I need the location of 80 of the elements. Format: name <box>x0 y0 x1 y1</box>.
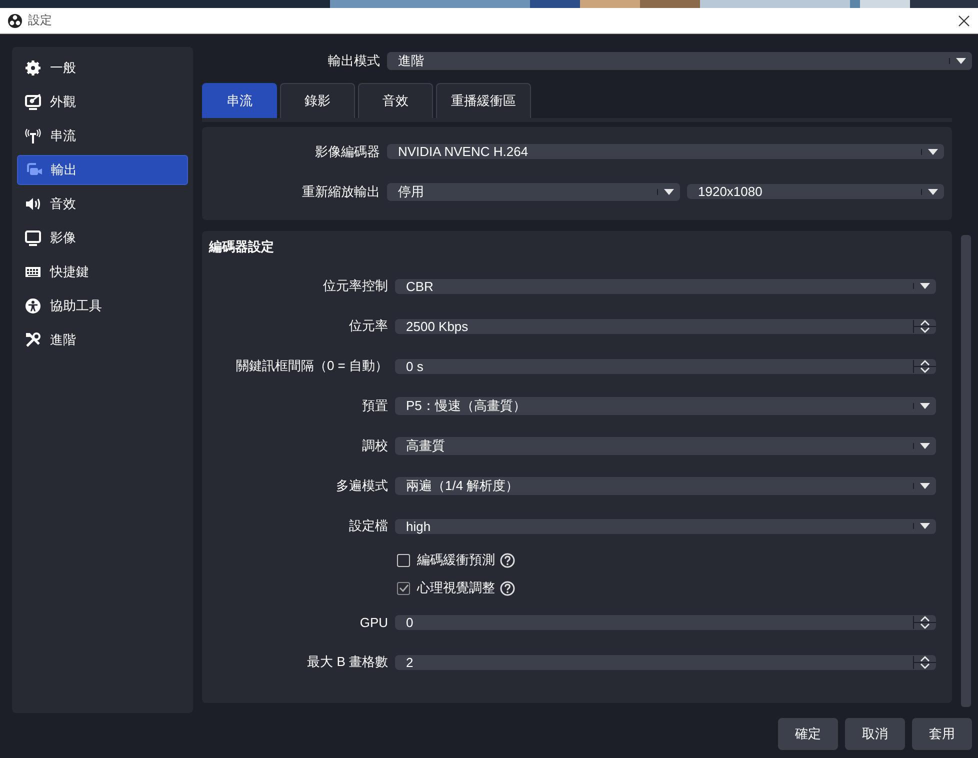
dropdown[interactable]: high <box>395 518 936 534</box>
field-label: 預置 <box>361 397 388 415</box>
caret-icon <box>920 403 930 409</box>
sidebar-item[interactable]: 一般 <box>17 53 188 83</box>
dropdown[interactable]: 兩遍（1/4 解析度） <box>395 477 936 495</box>
camera-icon <box>26 162 42 178</box>
sidebar-item[interactable]: 外觀 <box>17 87 188 117</box>
field-label: 位元率控制 <box>322 277 388 295</box>
caret-icon <box>920 443 930 449</box>
monitor-pen-icon <box>25 94 41 110</box>
field-label: 調校 <box>361 437 388 455</box>
field-label: GPU <box>358 614 388 630</box>
sidebar-item[interactable]: 快捷鍵 <box>17 257 188 287</box>
field-label: 設定檔 <box>348 517 388 535</box>
caret-icon <box>920 483 930 489</box>
checkbox[interactable] <box>397 554 410 566</box>
scrollbar[interactable] <box>960 234 972 708</box>
gear-icon <box>25 60 41 76</box>
logo-icon <box>8 14 22 28</box>
field-label: 重新縮放輸出 <box>301 182 380 200</box>
sidebar-item[interactable]: 協助工具 <box>17 291 188 321</box>
field-label: 位元率 <box>348 317 388 335</box>
person-icon <box>25 298 41 314</box>
chevron-up-icon <box>920 360 930 366</box>
dropdown[interactable]: NVIDIA NVENC H.264 <box>387 144 944 159</box>
tab[interactable]: 音效 <box>358 82 433 118</box>
dropdown[interactable]: 1920x1080 <box>687 184 944 199</box>
checkbox-label: 心理視覺調整 <box>417 579 495 597</box>
chevron-down-icon <box>920 366 930 372</box>
dropdown[interactable]: CBR <box>395 278 936 294</box>
sidebar-item[interactable]: 串流 <box>17 121 188 151</box>
spin-box[interactable]: 0 s <box>395 358 936 374</box>
keyboard-icon <box>25 264 41 280</box>
caret-icon <box>928 148 938 154</box>
dropdown[interactable]: 高畫質 <box>395 437 936 455</box>
antenna-icon <box>25 128 41 144</box>
help-icon <box>500 580 515 596</box>
close-button[interactable] <box>958 14 970 26</box>
dialog-button[interactable]: 套用 <box>912 718 972 750</box>
dialog-button[interactable]: 取消 <box>845 718 905 750</box>
chevron-up-icon <box>920 320 930 326</box>
sidebar-item[interactable]: 進階 <box>17 325 188 355</box>
chevron-down-icon <box>920 622 930 628</box>
tab[interactable]: 串流 <box>202 82 277 118</box>
caret-icon <box>920 283 930 289</box>
monitor-icon <box>25 230 41 246</box>
field-label: 多遍模式 <box>335 477 388 495</box>
field-label: 輸出模式 <box>327 52 380 70</box>
chevron-up-icon <box>920 656 930 662</box>
spin-box[interactable]: 2500 Kbps <box>395 318 936 334</box>
field-label: 關鍵訊框間隔（0 = 自動） <box>234 357 388 375</box>
chevron-down-icon <box>920 662 930 668</box>
caret-icon <box>956 58 966 64</box>
dropdown[interactable]: 進階 <box>387 52 972 70</box>
dropdown[interactable]: P5：慢速（高畫質） <box>395 397 936 415</box>
chevron-up-icon <box>920 616 930 622</box>
sidebar-item[interactable]: 輸出 <box>17 155 188 185</box>
spin-box[interactable]: 2 <box>395 654 936 670</box>
checkbox[interactable] <box>397 582 410 594</box>
help-icon <box>500 552 515 568</box>
field-label: 最大 B 畫格數 <box>306 653 388 671</box>
sidebar-item[interactable]: 音效 <box>17 189 188 219</box>
caret-icon <box>664 188 674 194</box>
sidebar-item[interactable]: 影像 <box>17 223 188 253</box>
close-icon <box>958 14 970 26</box>
dialog-button[interactable]: 確定 <box>778 718 838 750</box>
tab[interactable]: 重播緩衝區 <box>436 82 531 118</box>
tools-icon <box>25 332 41 348</box>
speaker-icon <box>25 196 41 212</box>
tab[interactable]: 錄影 <box>280 82 355 118</box>
check-icon <box>398 584 408 592</box>
chevron-down-icon <box>920 326 930 332</box>
dropdown[interactable]: 停用 <box>387 182 680 200</box>
window-title: 設定 <box>28 12 53 29</box>
spin-box[interactable]: 0 <box>395 614 936 630</box>
field-label: 影像編碼器 <box>314 142 380 160</box>
caret-icon <box>920 523 930 529</box>
checkbox-label: 編碼緩衝預測 <box>417 551 495 569</box>
caret-icon <box>928 188 938 194</box>
section-heading: 編碼器設定 <box>208 238 275 256</box>
